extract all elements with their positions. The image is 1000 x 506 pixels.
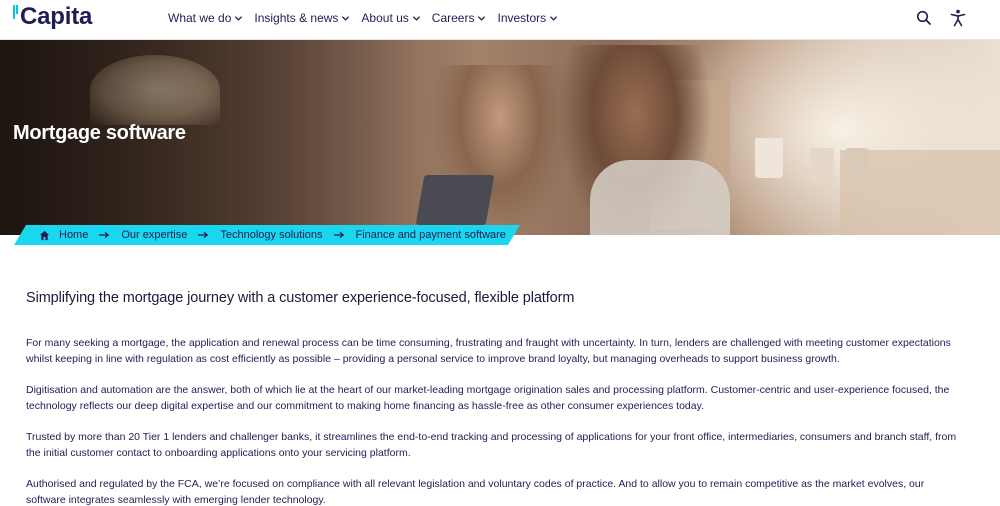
accessibility-icon[interactable] <box>949 9 967 27</box>
hero-laptop-shape <box>415 175 495 225</box>
hero-mug-shape <box>810 148 834 182</box>
nav-item-label: Insights & news <box>254 11 339 25</box>
chevron-down-icon <box>342 15 350 21</box>
search-icon[interactable] <box>915 9 933 27</box>
section-heading: Simplifying the mortgage journey with a … <box>26 290 575 306</box>
nav-item-what-we-do[interactable]: What we do <box>168 11 243 25</box>
page-title: Mortgage software <box>13 122 186 144</box>
breadcrumb-finance-payment-software[interactable]: Finance and payment software <box>356 229 506 241</box>
chevron-down-icon <box>412 15 420 21</box>
chevron-down-icon <box>550 15 558 21</box>
nav-item-label: About us <box>361 11 409 25</box>
nav-item-about-us[interactable]: About us <box>361 11 420 25</box>
hero-shirt-shape <box>590 160 730 235</box>
capita-logo[interactable]: Capita <box>13 3 92 33</box>
nav-item-label: Careers <box>431 11 475 25</box>
breadcrumb: Home Our expertise Technology solutions … <box>14 225 520 245</box>
home-icon[interactable] <box>39 230 50 241</box>
logo-mark-icon <box>13 5 20 25</box>
hero-mug-shape <box>755 138 783 178</box>
body-paragraph: Trusted by more than 20 Tier 1 lenders a… <box>26 431 957 459</box>
chevron-down-icon <box>235 15 243 21</box>
arrow-right-icon <box>334 231 345 239</box>
chevron-down-icon <box>478 15 486 21</box>
hero-mug-shape <box>846 148 868 180</box>
breadcrumb-our-expertise[interactable]: Our expertise <box>121 229 187 241</box>
arrow-right-icon <box>99 231 110 239</box>
nav-item-careers[interactable]: Careers <box>432 11 487 25</box>
nav-item-label: What we do <box>168 11 232 25</box>
body-paragraph: For many seeking a mortgage, the applica… <box>26 337 951 365</box>
breadcrumb-technology-solutions[interactable]: Technology solutions <box>220 229 322 241</box>
nav-item-insights-news[interactable]: Insights & news <box>254 11 350 25</box>
hero-banner: Mortgage software <box>0 40 1000 235</box>
logo-text: Capita <box>20 3 93 30</box>
site-header: Capita What we do Insights & news About … <box>0 0 1000 40</box>
nav-item-label: Investors <box>497 11 547 25</box>
nav-item-investors[interactable]: Investors <box>497 11 558 25</box>
arrow-right-icon <box>198 231 209 239</box>
breadcrumb-home[interactable]: Home <box>59 229 88 241</box>
main-nav: What we do Insights & news About us Care… <box>168 0 569 36</box>
body-paragraph: Authorised and regulated by the FCA, we’… <box>26 478 925 506</box>
body-paragraph: Digitisation and automation are the answ… <box>26 384 950 412</box>
